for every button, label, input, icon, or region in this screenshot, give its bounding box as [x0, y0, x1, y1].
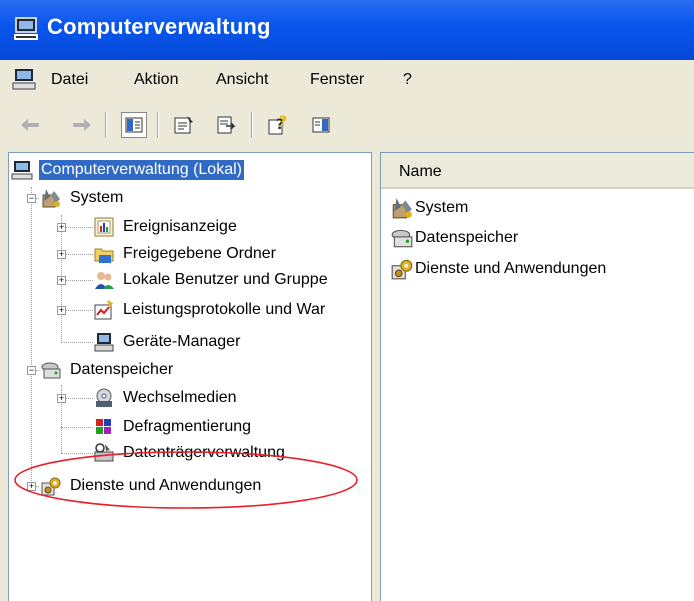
- tree-node-label: Freigegebene Ordner: [123, 245, 276, 262]
- tree-node-datentraegerverwaltung[interactable]: Datenträgerverwaltung: [93, 440, 287, 466]
- system-tools-icon: [392, 198, 412, 219]
- expand-toggle-freigegebene-ordner[interactable]: +: [57, 250, 66, 259]
- show-hide-tree-icon[interactable]: [121, 112, 147, 138]
- tree-node-geraete-manager[interactable]: Geräte-Manager: [93, 329, 242, 355]
- list-view[interactable]: Name System Datenspeicher Dienste und An…: [380, 152, 694, 601]
- users-groups-icon: [95, 272, 114, 289]
- export-list-icon[interactable]: [215, 114, 237, 136]
- forward-arrow-icon[interactable]: [71, 114, 93, 136]
- expand-toggle-dienste[interactable]: +: [27, 482, 36, 491]
- window-title: Computerverwaltung: [47, 14, 271, 39]
- tree-node-label: Lokale Benutzer und Gruppe: [123, 271, 328, 288]
- computer-management-icon: [13, 16, 39, 48]
- action-pane-icon[interactable]: [310, 114, 332, 136]
- event-viewer-icon: [94, 217, 114, 237]
- expand-toggle-ereignisanzeige[interactable]: +: [57, 223, 66, 232]
- computer-icon: [11, 161, 33, 180]
- tree-node-datenspeicher[interactable]: Datenspeicher: [40, 357, 175, 383]
- svg-text:?: ?: [279, 114, 287, 130]
- content-area: − + + + + − + + Computerverwaltung (Loka…: [0, 150, 694, 601]
- console-tree[interactable]: − + + + + − + + Computerverwaltung (Loka…: [8, 152, 372, 601]
- menu-aktion[interactable]: Aktion: [134, 71, 178, 89]
- tree-line: [61, 342, 93, 343]
- list-item-system[interactable]: System: [390, 195, 468, 221]
- help-icon[interactable]: ??: [267, 114, 289, 136]
- tree-node-label: Dienste und Anwendungen: [70, 477, 262, 494]
- tree-node-label: Geräte-Manager: [123, 333, 241, 350]
- tree-node-label: Computerverwaltung (Lokal): [39, 160, 244, 180]
- tree-node-freigegebene-ordner[interactable]: Freigegebene Ordner: [93, 241, 278, 267]
- tree-node-label: Datenspeicher: [70, 361, 174, 378]
- menu-fenster[interactable]: Fenster: [310, 71, 364, 89]
- menu-bar: Datei Aktion Ansicht Fenster ?: [0, 60, 694, 100]
- storage-icon: [41, 362, 61, 379]
- tree-line: [61, 453, 93, 454]
- column-header-label: Name: [399, 163, 442, 180]
- tree-node-label: Ereignisanzeige: [123, 218, 237, 235]
- toolbar: ??: [0, 100, 694, 150]
- tree-line: [31, 187, 32, 485]
- tree-node-root[interactable]: Computerverwaltung (Lokal): [11, 157, 244, 183]
- services-applications-icon: [41, 477, 61, 496]
- expand-toggle-lokale-benutzer[interactable]: +: [57, 276, 66, 285]
- disk-management-icon: [94, 443, 114, 462]
- menu-ansicht[interactable]: Ansicht: [216, 71, 268, 89]
- tree-node-label: System: [70, 189, 124, 206]
- expand-toggle-wechselmedien[interactable]: +: [57, 394, 66, 403]
- list-item-label: Dienste und Anwendungen: [415, 260, 607, 277]
- properties-icon[interactable]: [173, 114, 195, 136]
- device-manager-icon: [94, 333, 114, 352]
- system-menu-icon[interactable]: [12, 68, 36, 95]
- tree-node-label: Defragmentierung: [123, 418, 252, 435]
- list-item-datenspeicher[interactable]: Datenspeicher: [390, 225, 518, 251]
- performance-logs-icon: [94, 300, 113, 320]
- tree-node-defragmentierung[interactable]: Defragmentierung: [93, 414, 253, 440]
- list-item-label: System: [415, 199, 469, 216]
- tree-node-label: Leistungsprotokolle und War: [123, 301, 326, 318]
- list-item-label: Datenspeicher: [415, 229, 519, 246]
- shared-folder-icon: [94, 248, 114, 263]
- tree-node-wechselmedien[interactable]: Wechselmedien: [93, 385, 239, 411]
- title-bar[interactable]: Computerverwaltung: [0, 0, 694, 60]
- toolbar-separator: [157, 112, 159, 138]
- system-tools-icon: [42, 189, 60, 208]
- tree-node-label: Wechselmedien: [123, 389, 237, 406]
- toolbar-separator: [105, 112, 107, 138]
- removable-media-icon: [96, 388, 112, 407]
- tree-node-ereignisanzeige[interactable]: Ereignisanzeige: [93, 214, 239, 240]
- tree-line: [61, 427, 93, 428]
- menu-datei[interactable]: Datei: [51, 71, 88, 89]
- tree-node-system[interactable]: System: [40, 185, 125, 211]
- toolbar-separator: [251, 112, 253, 138]
- services-applications-icon: [391, 259, 413, 280]
- tree-node-label: Datenträgerverwaltung: [123, 444, 285, 461]
- tree-node-lokale-benutzer[interactable]: Lokale Benutzer und Gruppe: [93, 267, 330, 293]
- list-item-dienste-und-anwendungen[interactable]: Dienste und Anwendungen: [390, 256, 606, 282]
- defragmenter-icon: [96, 419, 111, 434]
- tree-node-dienste-und-anwendungen[interactable]: Dienste und Anwendungen: [40, 473, 263, 499]
- expand-toggle-leistungsprotokolle[interactable]: +: [57, 306, 66, 315]
- column-header-name[interactable]: Name: [381, 153, 694, 189]
- collapse-toggle-system[interactable]: −: [27, 194, 36, 203]
- tree-node-leistungsprotokolle[interactable]: Leistungsprotokolle und War: [93, 297, 327, 323]
- back-arrow-icon[interactable]: [19, 114, 41, 136]
- collapse-toggle-datenspeicher[interactable]: −: [27, 366, 36, 375]
- menu-help[interactable]: ?: [403, 71, 412, 89]
- storage-icon: [391, 229, 413, 248]
